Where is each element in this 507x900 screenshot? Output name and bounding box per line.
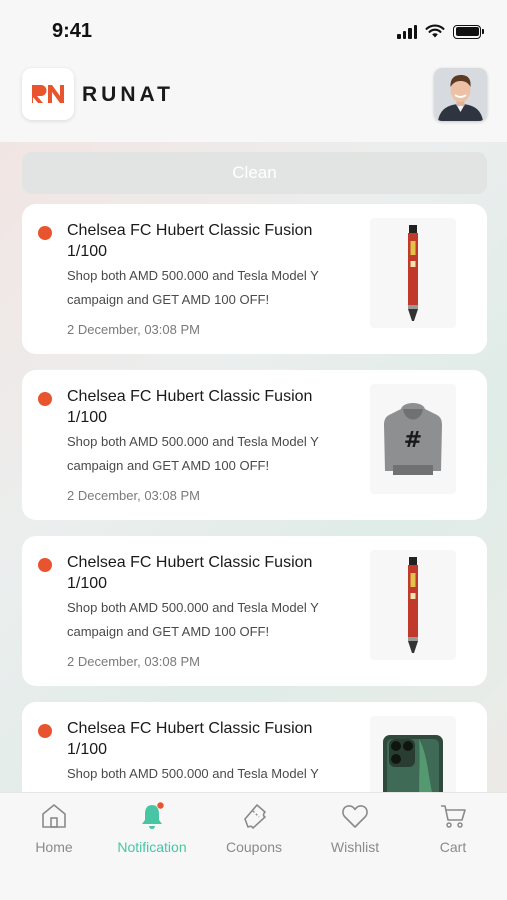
avatar[interactable] xyxy=(434,68,487,121)
unread-dot xyxy=(38,226,52,240)
tab-cart[interactable]: Cart xyxy=(403,801,503,861)
tab-label: Coupons xyxy=(225,839,283,855)
tab-label: Notification xyxy=(117,839,187,855)
notification-body: Shop both AMD 500.000 and Tesla Model Y … xyxy=(67,434,319,473)
notification-card[interactable]: Chelsea FC Hubert Classic Fusion 1/100 S… xyxy=(22,702,487,792)
notification-body: Shop both AMD 500.000 and Tesla Model Y xyxy=(67,766,319,781)
notification-card[interactable]: Chelsea FC Hubert Classic Fusion 1/100 S… xyxy=(22,204,487,354)
tab-home[interactable]: Home xyxy=(4,801,104,861)
status-time: 9:41 xyxy=(52,20,93,42)
tab-bar: Home Notification Coupons Wishlist Cart xyxy=(0,792,507,900)
pen-image xyxy=(370,218,456,328)
home-icon xyxy=(42,804,66,828)
notification-date: 2 December, 03:08 PM xyxy=(67,322,200,337)
coupon-icon xyxy=(244,804,266,829)
phone-image xyxy=(370,716,456,792)
svg-text:#: # xyxy=(404,428,422,453)
user-avatar-icon xyxy=(434,68,487,121)
notification-body: Shop both AMD 500.000 and Tesla Model Y … xyxy=(67,268,319,307)
status-bar: 9:41 xyxy=(0,0,507,62)
heart-icon xyxy=(342,805,368,828)
notification-date: 2 December, 03:08 PM xyxy=(67,488,200,503)
notification-body: Shop both AMD 500.000 and Tesla Model Y … xyxy=(67,600,319,639)
hoodie-image: # xyxy=(370,384,456,494)
notification-title: Chelsea FC Hubert Classic Fusion 1/100 xyxy=(67,554,313,592)
unread-dot xyxy=(38,558,52,572)
app-header: RUNAT xyxy=(0,62,507,142)
tab-wishlist[interactable]: Wishlist xyxy=(305,801,405,861)
pen-image xyxy=(370,550,456,660)
status-icons xyxy=(397,24,484,39)
bell-icon xyxy=(142,802,164,829)
wifi-icon xyxy=(425,24,445,38)
notification-card[interactable]: Chelsea FC Hubert Classic Fusion 1/100 S… xyxy=(22,536,487,686)
unread-dot xyxy=(38,724,52,738)
tab-label: Home xyxy=(35,839,73,855)
tab-label: Cart xyxy=(439,839,467,855)
logo xyxy=(22,68,74,120)
tab-label: Wishlist xyxy=(330,839,380,855)
logo-mark-icon xyxy=(32,85,64,103)
notification-card[interactable]: Chelsea FC Hubert Classic Fusion 1/100 S… xyxy=(22,370,487,520)
battery-icon xyxy=(453,24,484,39)
notification-date: 2 December, 03:08 PM xyxy=(67,654,200,669)
notification-title: Chelsea FC Hubert Classic Fusion 1/100 xyxy=(67,222,313,260)
notification-title: Chelsea FC Hubert Classic Fusion 1/100 xyxy=(67,720,313,758)
clean-button[interactable]: Clean xyxy=(22,152,487,194)
unread-dot xyxy=(38,392,52,406)
tab-coupons[interactable]: Coupons xyxy=(204,801,304,861)
notification-title: Chelsea FC Hubert Classic Fusion 1/100 xyxy=(67,388,313,426)
tab-notification[interactable]: Notification xyxy=(102,801,202,861)
signal-icon xyxy=(397,24,417,39)
notification-list: Chelsea FC Hubert Classic Fusion 1/100 S… xyxy=(22,204,487,792)
cart-icon xyxy=(441,805,466,828)
brand-name: RUNAT xyxy=(82,83,174,106)
